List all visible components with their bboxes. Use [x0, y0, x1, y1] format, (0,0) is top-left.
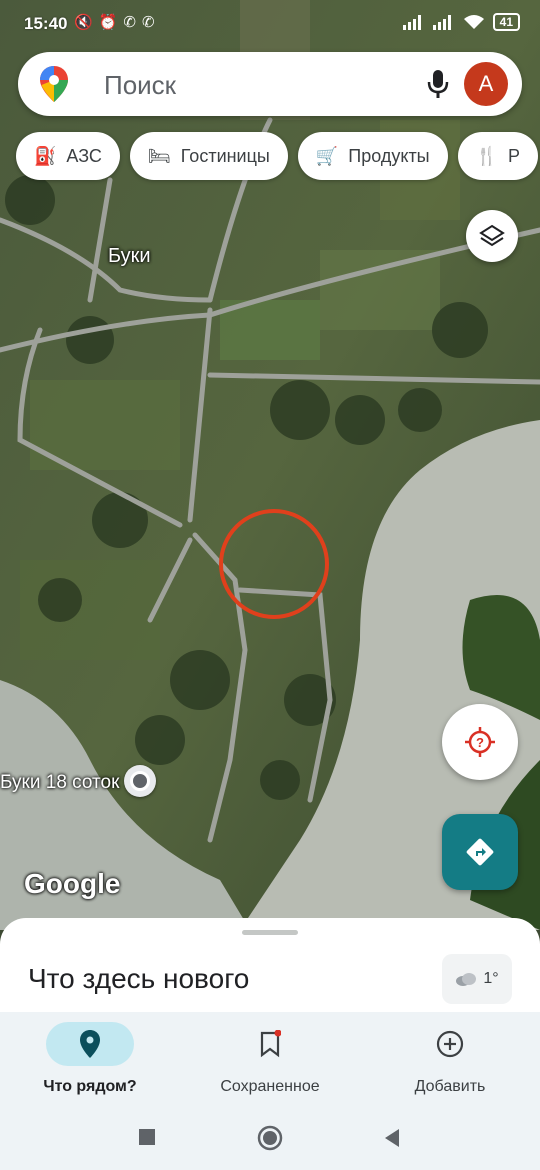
- nav-label: Сохраненное: [220, 1078, 320, 1095]
- restaurant-icon: 🍴: [475, 145, 499, 166]
- search-bar[interactable]: Поиск A: [18, 52, 522, 116]
- nav-label: Добавить: [414, 1078, 486, 1095]
- chip-label: Гостиницы: [180, 145, 270, 166]
- nav-label: Что рядом?: [43, 1078, 137, 1095]
- saved-place-marker[interactable]: [124, 765, 156, 797]
- nav-saved[interactable]: Сохраненное: [180, 1012, 360, 1096]
- chip-label: Р: [508, 145, 521, 166]
- chip-hotels[interactable]: 🛏 Гостиницы: [129, 132, 288, 180]
- notification-icons: 🔇 ⏰ ✆ ✆: [74, 13, 155, 31]
- chip-gas-stations[interactable]: ⛽ АЗС: [16, 132, 120, 180]
- account-avatar[interactable]: A: [464, 62, 508, 106]
- signal-icon: [432, 15, 451, 30]
- status-time: 15:40: [24, 14, 68, 33]
- status-bar: 15:40 🔇 ⏰ ✆ ✆ 41: [0, 0, 540, 46]
- search-input[interactable]: Поиск: [104, 70, 176, 101]
- sheet-title: Что здесь нового: [28, 963, 250, 994]
- google-watermark: Google: [24, 868, 121, 899]
- wifi-icon: [463, 15, 484, 29]
- viber-icon: ✆: [123, 14, 136, 31]
- weather-badge[interactable]: 1°: [442, 954, 512, 1004]
- sheet-drag-handle[interactable]: [242, 930, 298, 935]
- nav-saved-pill[interactable]: [226, 1022, 314, 1066]
- chip-label: АЗС: [66, 145, 102, 166]
- nav-explore[interactable]: Что рядом?: [0, 1012, 180, 1096]
- village-label: Буки: [108, 245, 151, 267]
- gas-station-icon: ⛽: [34, 145, 57, 166]
- chip-label: Продукты: [348, 145, 430, 166]
- bed-icon: 🛏: [147, 145, 171, 166]
- system-icons: 41: [402, 13, 520, 31]
- category-chips: ⛽ АЗС 🛏 Гостиницы 🛒 Продукты 🍴 Р: [16, 132, 539, 180]
- location-pin-icon: [80, 1030, 100, 1058]
- add-circle-icon: [436, 1030, 464, 1058]
- recents-button-icon[interactable]: [138, 1128, 156, 1146]
- directions-button[interactable]: [442, 814, 518, 890]
- cart-icon: 🛒: [315, 145, 339, 166]
- layers-icon: [479, 224, 505, 247]
- battery-indicator: 41: [492, 13, 520, 31]
- weather-temperature: 1°: [483, 970, 499, 987]
- my-location-button[interactable]: ?: [442, 704, 518, 780]
- system-navigation-bar: [0, 1106, 540, 1170]
- microphone-icon[interactable]: [426, 68, 450, 100]
- chip-groceries[interactable]: 🛒 Продукты: [297, 132, 448, 180]
- home-button-icon[interactable]: [257, 1125, 283, 1151]
- directions-icon: [466, 838, 494, 866]
- svg-text:?: ?: [476, 735, 484, 750]
- layers-button[interactable]: [466, 210, 518, 262]
- mute-icon: 🔇: [74, 14, 93, 31]
- nav-contribute[interactable]: Добавить: [360, 1012, 540, 1096]
- nav-contribute-pill[interactable]: [406, 1022, 494, 1066]
- location-unknown-icon: ?: [465, 727, 495, 757]
- alarm-icon: ⏰: [98, 14, 118, 31]
- google-maps-pin-icon: [40, 66, 68, 102]
- chip-restaurants[interactable]: 🍴 Р: [457, 132, 539, 180]
- cloud-icon: [456, 973, 477, 986]
- nav-explore-pill[interactable]: [46, 1022, 134, 1066]
- viber-icon: ✆: [141, 14, 155, 31]
- signal-icon: [402, 15, 421, 30]
- bookmark-icon: [260, 1030, 281, 1058]
- saved-place-label[interactable]: Буки 18 соток: [0, 772, 119, 794]
- bottom-navigation: Что рядом? Сохраненное Добавить: [0, 1012, 540, 1106]
- back-button-icon[interactable]: [382, 1128, 402, 1148]
